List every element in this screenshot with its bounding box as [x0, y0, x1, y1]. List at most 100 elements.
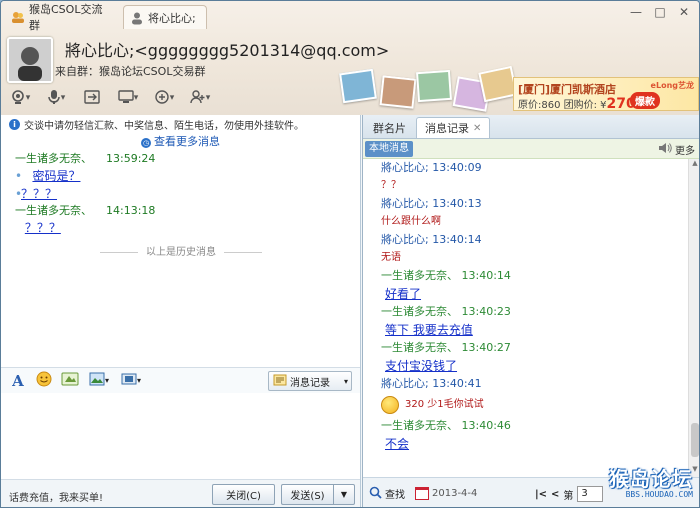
- chat-header: 猴岛CSOL交流群 将心比心; — □ ✕ 將心比心;<gggggggg5201…: [1, 1, 699, 115]
- transfer-file-button[interactable]: [77, 87, 107, 109]
- chat-window: 猴岛CSOL交流群 将心比心; — □ ✕ 將心比心;<gggggggg5201…: [0, 0, 700, 508]
- session-tab-bar: 猴岛CSOL交流群 将心比心;: [1, 1, 699, 32]
- decor-photo: [478, 65, 518, 103]
- history-content: 无语: [381, 252, 401, 263]
- message-text: ？？？: [24, 221, 61, 235]
- close-button[interactable]: 关闭(C): [212, 484, 275, 505]
- message-sender: 一生诸多无奈、 13:59:24: [15, 151, 350, 167]
- view-more-messages-link[interactable]: ◷ 查看更多消息: [1, 133, 360, 149]
- history-sender: 一生诸多无奈、 13:40:27: [381, 341, 511, 354]
- watermark-url: BBS.HOUDAO.COM: [625, 490, 693, 499]
- add-user-icon: [190, 89, 206, 108]
- app-button[interactable]: ▾: [149, 87, 179, 109]
- close-window-button[interactable]: ✕: [673, 3, 695, 21]
- remote-desktop-button[interactable]: ▾: [113, 87, 143, 109]
- decor-photo: [452, 76, 492, 112]
- message-time: 13:59:24: [106, 152, 156, 165]
- ad-original-price: 原价:860 团购价: ¥: [518, 100, 607, 111]
- tab-label: 将心比心;: [148, 11, 196, 25]
- send-options-button[interactable]: ▼: [333, 484, 355, 505]
- message-history-button[interactable]: 消息记录 ▾: [268, 371, 352, 391]
- ad-badge: 爆款: [630, 92, 660, 109]
- ad-title: [厦门]厦门凯斯酒店: [518, 83, 617, 96]
- tab-group-card[interactable]: 群名片: [365, 118, 414, 138]
- video-call-button[interactable]: ▾: [5, 87, 35, 109]
- history-icon: [273, 374, 287, 389]
- speaker-icon: [658, 142, 672, 157]
- history-content: 不会: [381, 435, 689, 453]
- add-friend-button[interactable]: ▾: [185, 87, 215, 109]
- history-divider: 以上是历史消息: [1, 243, 361, 258]
- tab-message-history[interactable]: 消息记录 ✕: [416, 117, 491, 138]
- microphone-icon: [47, 89, 61, 108]
- ad-brand-logo: eLong艺龙: [650, 81, 694, 90]
- contact-avatar[interactable]: [7, 37, 53, 83]
- hotel-ad-banner[interactable]: [厦门]厦门凯斯酒店 原价:860 团购价: ¥270 爆款 eLong艺龙: [513, 77, 699, 112]
- history-sender: 將心比心; 13:40:13: [381, 197, 482, 210]
- send-image-button[interactable]: ▾: [85, 371, 113, 391]
- page-number-input[interactable]: 3: [577, 486, 604, 502]
- magic-expression-button[interactable]: [59, 371, 81, 391]
- history-sender: 將心比心; 13:40:14: [381, 233, 482, 246]
- font-button[interactable]: A: [7, 371, 29, 391]
- compose-input[interactable]: [1, 393, 360, 479]
- message-text: 支付宝没钱了: [385, 359, 458, 373]
- scroll-up-icon[interactable]: ▲: [689, 159, 699, 171]
- header-toolbar: ▾ ▾ ▾ ▾ ▾: [5, 87, 215, 109]
- message-line: • 密码是？: [15, 169, 81, 183]
- view-more-label: 查看更多消息: [154, 135, 220, 148]
- conversation-panel: i 交谈中请勿轻信汇款、中奖信息、陌生电话，勿使用外挂软件。 ◷ 查看更多消息 一…: [1, 115, 361, 507]
- clock-icon: ◷: [141, 138, 151, 148]
- info-icon: i: [9, 118, 20, 130]
- history-message-list: 將心比心; 13:40:09 ？？ 將心比心; 13:40:13 什么跟什么啊 …: [363, 159, 689, 477]
- sender-name: 一生诸多无奈、: [15, 152, 92, 165]
- more-label: 更多: [675, 146, 695, 157]
- chevron-down-icon: ▾: [169, 93, 175, 103]
- history-subbar: 本地消息 更多: [363, 139, 699, 159]
- send-button[interactable]: 发送(S): [281, 484, 333, 505]
- history-sender: 一生诸多无奈、 13:40:14: [381, 269, 511, 282]
- history-scrollbar[interactable]: ▲ ▼: [688, 159, 699, 477]
- security-notice: i 交谈中请勿轻信汇款、中奖信息、陌生电话，勿使用外挂软件。: [1, 115, 360, 133]
- page-prefix: 第: [563, 490, 574, 502]
- message-text: 320 少1毛你试试: [405, 399, 484, 410]
- history-sender: 一生诸多无奈、 13:40:46: [381, 419, 511, 432]
- message-text: ？？？: [21, 187, 58, 201]
- smiley-icon: [381, 396, 399, 414]
- tab-contact[interactable]: 将心比心;: [123, 5, 207, 29]
- contact-source: 来自群：猴岛论坛CSOL交易群: [55, 65, 206, 78]
- compose-toolbar: A ▾ ▾ 消息记录 ▾: [1, 367, 360, 393]
- tab-group-csol[interactable]: 猴岛CSOL交流群: [5, 3, 117, 32]
- image-icon: [89, 372, 105, 390]
- more-button[interactable]: 更多: [658, 142, 695, 157]
- scrollbar-thumb[interactable]: [691, 423, 699, 457]
- chevron-down-icon: ▼: [340, 490, 348, 499]
- close-icon[interactable]: ✕: [473, 123, 481, 134]
- history-pager: |< < 第 3: [535, 486, 604, 502]
- minimize-button[interactable]: —: [625, 3, 647, 21]
- maximize-button[interactable]: □: [649, 3, 671, 21]
- chevron-down-icon: ▾: [104, 376, 109, 385]
- tab-label: 消息记录: [425, 122, 469, 135]
- notice-text: 交谈中请勿轻信汇款、中奖信息、陌生电话，勿使用外挂软件。: [24, 120, 304, 132]
- history-content: ？？: [381, 180, 401, 191]
- decor-photo: [415, 69, 453, 103]
- file-transfer-icon: [84, 89, 100, 107]
- local-messages-tab[interactable]: 本地消息: [365, 141, 413, 157]
- emoji-button[interactable]: [33, 371, 55, 391]
- chevron-down-icon: ▾: [205, 93, 211, 103]
- message-list: 一生诸多无奈、 13:59:24 • 密码是？ •？？？ 一生诸多无奈、 14:13…: [1, 149, 360, 237]
- history-content: 好看了: [381, 285, 689, 303]
- history-sender: 一生诸多无奈、 13:40:23: [381, 305, 511, 318]
- first-page-icon[interactable]: |<: [535, 489, 547, 500]
- history-button-label: 消息记录: [290, 377, 330, 389]
- search-label: 查找: [385, 490, 405, 501]
- screenshot-button[interactable]: ▾: [117, 371, 145, 391]
- search-button[interactable]: 查找: [369, 486, 405, 502]
- prev-page-icon[interactable]: <: [551, 489, 559, 500]
- date-picker[interactable]: 2013-4-4: [415, 487, 477, 500]
- tab-label: 猴岛CSOL交流群: [29, 3, 103, 32]
- message-time: 14:13:18: [106, 204, 156, 217]
- recharge-ad-link[interactable]: 话费充值，我来买单!: [9, 489, 103, 504]
- voice-call-button[interactable]: ▾: [41, 87, 71, 109]
